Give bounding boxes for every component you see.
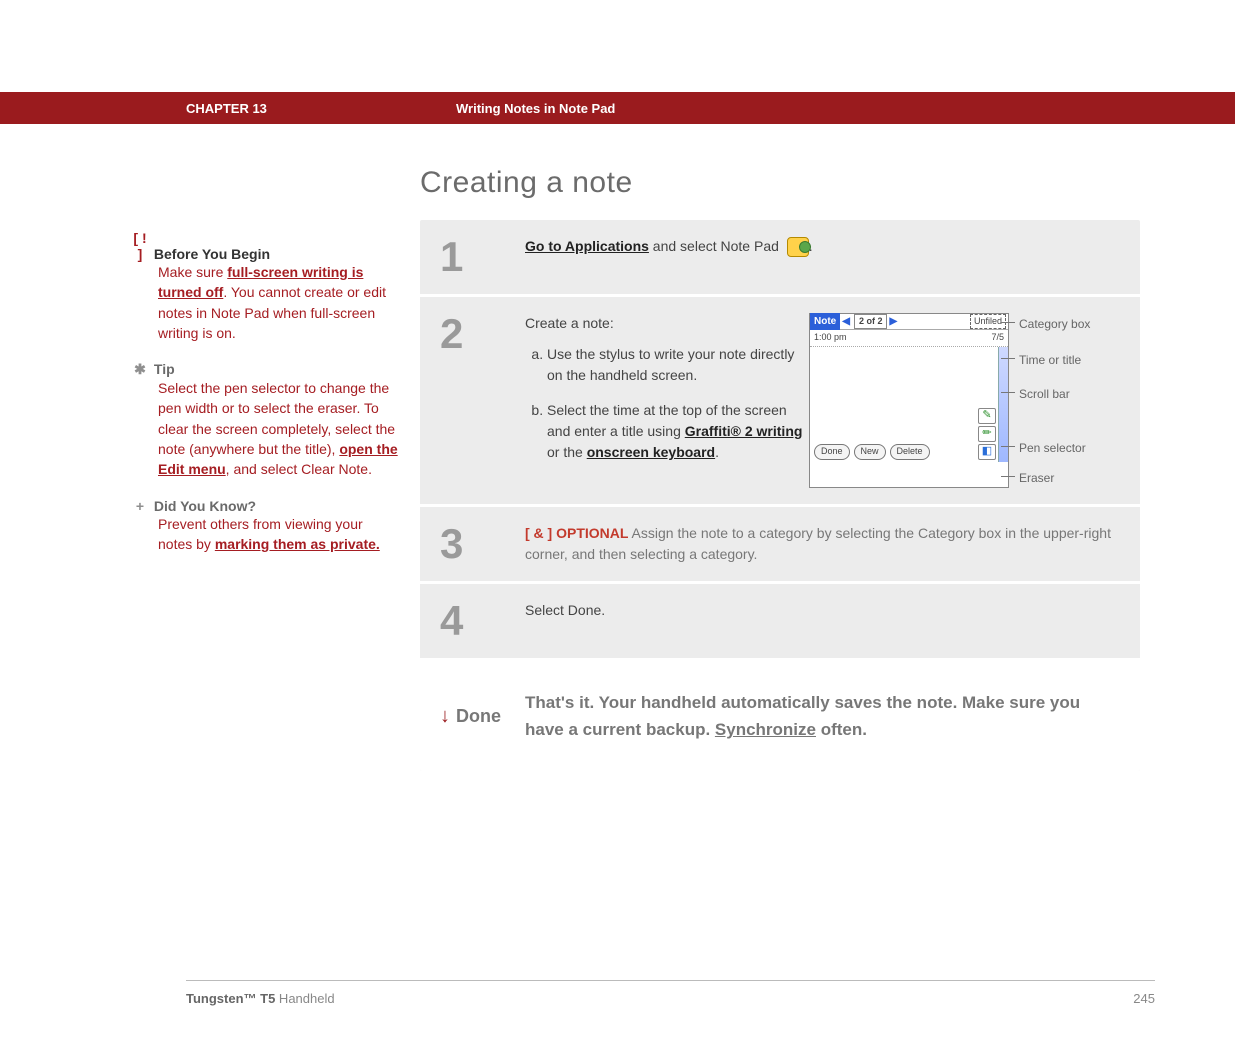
plus-icon: +: [130, 498, 150, 514]
before-title: Before You Begin: [154, 246, 270, 262]
device-note-label: Note: [810, 313, 840, 330]
step-3: 3 [ & ] OPTIONAL Assign the note to a ca…: [420, 507, 1140, 584]
label-pen: Pen selector: [1019, 439, 1086, 457]
step-3-body: [ & ] OPTIONAL Assign the note to a cate…: [525, 523, 1120, 565]
s2b-post: .: [715, 444, 719, 460]
alert-icon: [ ! ]: [130, 230, 150, 262]
label-time: Time or title: [1019, 351, 1081, 369]
product-name: Tungsten™ T5 Handheld: [186, 991, 335, 1006]
step-number: 1: [440, 236, 525, 278]
chapter-label: CHAPTER 13: [186, 101, 456, 116]
done-body: That's it. Your handheld automatically s…: [525, 689, 1120, 743]
step1-mid: and select Note Pad: [649, 238, 783, 254]
done-row: ↓ Done That's it. Your handheld automati…: [420, 661, 1140, 771]
step-2a: Use the stylus to write your note direct…: [547, 344, 805, 386]
device-scrollbar: [998, 347, 1008, 462]
tip-body: Select the pen selector to change the pe…: [158, 378, 400, 479]
step-4-body: Select Done.: [525, 600, 1120, 642]
device-delete-button: Delete: [890, 444, 930, 460]
pen-small-icon: ✎: [978, 408, 996, 424]
callout-labels: Category box Time or title Scroll bar Pe…: [1009, 313, 1119, 488]
tip-block: ✱ Tip Select the pen selector to change …: [130, 361, 400, 479]
device-count: 7/5: [991, 331, 1004, 345]
step-2-title: Create a note:: [525, 313, 805, 334]
dyk-title: Did You Know?: [154, 498, 256, 514]
device-new-button: New: [854, 444, 886, 460]
page-title: Creating a note: [420, 166, 1140, 200]
go-to-applications-link[interactable]: Go to Applications: [525, 238, 649, 254]
product-bold: Tungsten™ T5: [186, 991, 275, 1006]
tip-title: Tip: [154, 361, 175, 377]
step-number: 4: [440, 600, 525, 642]
step-4: 4 Select Done.: [420, 584, 1140, 661]
sidebar: [ ! ] Before You Begin Make sure full-sc…: [130, 166, 420, 771]
label-eraser: Eraser: [1019, 469, 1054, 487]
did-you-know-block: + Did You Know? Prevent others from view…: [130, 498, 400, 555]
done-label: Done: [456, 707, 501, 725]
steps-container: 1 Go to Applications and select Note Pad…: [420, 220, 1140, 771]
footer: Tungsten™ T5 Handheld 245: [186, 980, 1155, 1006]
product-rest: Handheld: [275, 991, 334, 1006]
device-done-button: Done: [814, 444, 850, 460]
page-number: 245: [1133, 991, 1155, 1006]
done-post: often.: [816, 720, 867, 739]
step-number: 3: [440, 523, 525, 565]
s2b-mid: or the: [547, 444, 587, 460]
before-body: Make sure full-screen writing is turned …: [158, 262, 400, 343]
step-1-body: Go to Applications and select Note Pad .: [525, 236, 1120, 278]
device-screenshot: Note ◀ 2 of 2 ▶ Unfiled 1:00 pm 7/5: [809, 313, 1009, 488]
step-2b: Select the time at the top of the screen…: [547, 400, 805, 463]
prev-arrow-icon: ◀: [840, 314, 852, 329]
device-page-indicator: 2 of 2: [854, 314, 888, 330]
before-pre: Make sure: [158, 264, 227, 280]
pen-large-icon: ✏: [978, 426, 996, 442]
tip-post: , and select Clear Note.: [226, 461, 372, 477]
step-1: 1 Go to Applications and select Note Pad…: [420, 220, 1140, 297]
device-time: 1:00 pm: [814, 331, 847, 345]
mark-private-link[interactable]: marking them as private.: [215, 536, 380, 552]
step-number: 2: [440, 313, 525, 488]
chapter-header: CHAPTER 13 Writing Notes in Note Pad: [0, 92, 1235, 124]
chapter-subtitle: Writing Notes in Note Pad: [456, 101, 615, 116]
label-scroll: Scroll bar: [1019, 385, 1070, 403]
dyk-body: Prevent others from viewing your notes b…: [158, 514, 400, 555]
notepad-app-icon: [787, 237, 809, 257]
asterisk-icon: ✱: [130, 361, 150, 378]
before-you-begin-block: [ ! ] Before You Begin Make sure full-sc…: [130, 230, 400, 343]
optional-prefix: [ & ] OPTIONAL: [525, 525, 628, 541]
onscreen-keyboard-link[interactable]: onscreen keyboard: [587, 444, 715, 460]
graffiti-link[interactable]: Graffiti® 2 writing: [685, 423, 803, 439]
label-category: Category box: [1019, 315, 1090, 333]
next-arrow-icon: ▶: [887, 314, 899, 329]
down-arrow-icon: ↓: [440, 706, 450, 726]
synchronize-link[interactable]: Synchronize: [715, 720, 816, 739]
step-2: 2 Create a note: Use the stylus to write…: [420, 297, 1140, 507]
eraser-icon: ◧: [978, 444, 996, 460]
